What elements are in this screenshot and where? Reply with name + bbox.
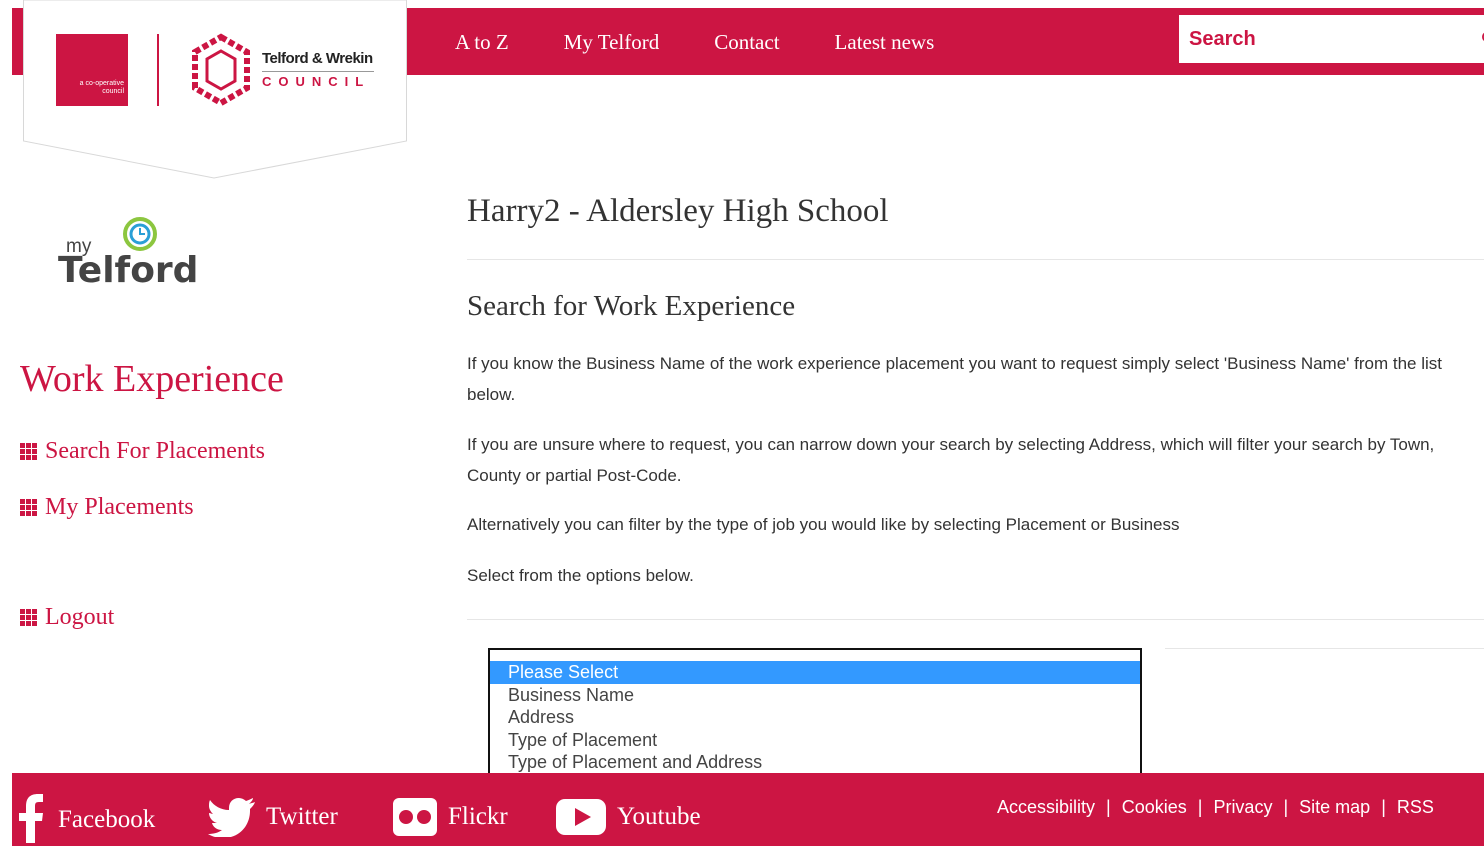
council-word: COUNCIL xyxy=(262,74,371,89)
footer-links: Accessibility | Cookies | Privacy | Site… xyxy=(997,797,1434,818)
option-type-of-placement-and-address[interactable]: Type of Placement and Address xyxy=(490,751,1140,774)
coop-council-logo: a co-operative council xyxy=(56,34,128,106)
grid-icon xyxy=(20,443,37,460)
flickr-label: Flickr xyxy=(448,803,508,830)
sidebar-item-label: Logout xyxy=(45,604,115,630)
facebook-icon xyxy=(19,794,43,843)
sidebar-item-search-for-placements[interactable]: Search For Placements xyxy=(20,438,265,465)
intro-paragraph-2: If you are unsure where to request, you … xyxy=(467,435,1435,485)
council-name: Telford & Wrekin xyxy=(262,50,373,67)
nav-contact[interactable]: Contact xyxy=(714,30,779,55)
youtube-label: Youtube xyxy=(617,803,701,830)
option-please-select[interactable]: Please Select xyxy=(490,661,1140,684)
sidebar-item-label: My Placements xyxy=(45,494,194,520)
sidebar-item-my-placements[interactable]: My Placements xyxy=(20,494,194,521)
twitter-icon xyxy=(208,798,255,837)
sidebar-item-label: Search For Placements xyxy=(45,438,265,464)
section-title: Search for Work Experience xyxy=(467,290,796,322)
sidebar-item-logout[interactable]: Logout xyxy=(20,604,114,631)
search-icon[interactable]: ⚲ xyxy=(1480,27,1484,52)
intro-paragraph-4: Select from the options below. xyxy=(467,566,694,585)
search-box: ⚲ xyxy=(1179,15,1484,63)
nav-my-telford[interactable]: My Telford xyxy=(564,30,660,55)
footer-separator: | xyxy=(1381,797,1386,817)
footer-link-cookies[interactable]: Cookies xyxy=(1122,797,1187,818)
nav-a-to-z[interactable]: A to Z xyxy=(455,30,509,55)
footer-separator: | xyxy=(1283,797,1289,817)
footer-link-accessibility[interactable]: Accessibility xyxy=(997,797,1095,818)
grid-icon xyxy=(20,609,37,626)
logo-rule xyxy=(262,71,374,72)
sidebar-title: Work Experience xyxy=(20,358,284,400)
clock-icon xyxy=(123,217,157,251)
twitter-link[interactable]: Twitter xyxy=(208,797,338,837)
divider xyxy=(467,259,1484,260)
nav-latest-news[interactable]: Latest news xyxy=(835,30,935,55)
youtube-icon xyxy=(556,799,606,835)
wrekin-emblem-icon xyxy=(192,33,250,107)
facebook-link[interactable]: Facebook xyxy=(12,794,156,843)
my-telford-telford: Telford xyxy=(58,250,199,291)
grid-icon xyxy=(20,499,37,516)
option-type-of-placement[interactable]: Type of Placement xyxy=(490,729,1140,752)
youtube-link[interactable]: Youtube xyxy=(555,797,701,837)
intro-paragraph-3: Alternatively you can filter by the type… xyxy=(467,515,1180,534)
page-title: Harry2 - Aldersley High School xyxy=(467,193,889,229)
footer-link-privacy[interactable]: Privacy xyxy=(1213,797,1272,818)
footer-separator: | xyxy=(1106,797,1111,817)
divider xyxy=(1165,648,1484,649)
council-logo-card[interactable]: a co-operative council Telford & Wrekin … xyxy=(23,0,407,180)
option-address[interactable]: Address xyxy=(490,706,1140,729)
footer-separator: | xyxy=(1197,797,1203,817)
search-input[interactable] xyxy=(1179,15,1469,63)
logo-divider xyxy=(157,34,159,106)
footer-link-site-map[interactable]: Site map xyxy=(1299,797,1370,818)
main-nav: A to Z My Telford Contact Latest news xyxy=(455,30,989,55)
my-telford-logo[interactable]: my Telford xyxy=(58,214,198,294)
search-type-listbox[interactable]: Please Select Business Name Address Type… xyxy=(488,648,1142,780)
footer-link-rss[interactable]: RSS xyxy=(1397,797,1434,818)
facebook-label: Facebook xyxy=(58,806,156,833)
flickr-link[interactable]: Flickr xyxy=(392,797,508,837)
intro-paragraph-1: If you know the Business Name of the wor… xyxy=(467,354,1442,404)
flickr-icon xyxy=(393,798,437,836)
divider xyxy=(467,619,1484,620)
twitter-label: Twitter xyxy=(266,803,338,830)
option-business-name[interactable]: Business Name xyxy=(490,684,1140,707)
